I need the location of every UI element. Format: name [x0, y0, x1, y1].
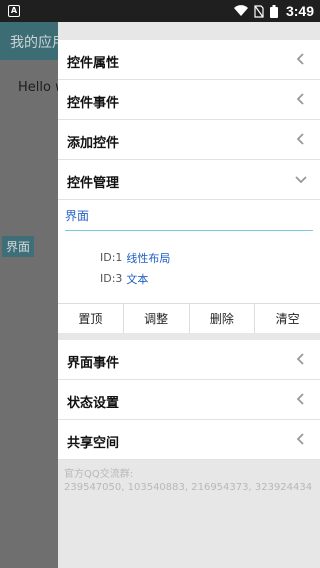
status-time: 3:49	[285, 3, 314, 19]
qq-info-title: 官方QQ交流群:	[64, 469, 134, 480]
menu-label: 添加控件	[67, 136, 120, 151]
navigation-drawer: 控件属性 控件事件 添加控件 控件管理 界面 ID:1 线性布局 ID:3 文本	[58, 22, 320, 568]
no-sim-icon	[254, 4, 264, 18]
chevron-left-icon	[296, 433, 304, 445]
chevron-left-icon	[296, 53, 304, 65]
status-bar: A 3:49	[0, 0, 320, 22]
delete-button[interactable]: 删除	[190, 304, 256, 333]
menu-widget-management[interactable]: 控件管理	[58, 160, 320, 200]
menu-label: 界面事件	[67, 356, 120, 371]
action-bar: 置顶 调整 删除 清空	[58, 303, 320, 333]
chevron-left-icon	[296, 353, 304, 365]
battery-icon	[269, 4, 278, 18]
menu-label: 控件事件	[67, 96, 120, 111]
status-icons: 3:49	[233, 0, 314, 22]
tree-item[interactable]: ID:1 线性布局	[100, 247, 320, 268]
menu-widget-events[interactable]: 控件事件	[58, 80, 320, 120]
qq-info-numbers: 239547050, 103540883, 216954373, 3239244…	[64, 482, 313, 493]
chevron-left-icon	[296, 393, 304, 405]
menu-state-settings[interactable]: 状态设置	[58, 380, 320, 420]
menu-add-widget[interactable]: 添加控件	[58, 120, 320, 160]
tree-item-name: 线性布局	[126, 251, 171, 265]
app-notification-icon: A	[8, 5, 20, 17]
menu-interface-events[interactable]: 界面事件	[58, 340, 320, 380]
chevron-left-icon	[296, 93, 304, 105]
qq-group-info: 官方QQ交流群: 239547050, 103540883, 216954373…	[58, 460, 320, 502]
menu-shared-space[interactable]: 共享空间	[58, 420, 320, 460]
clear-button[interactable]: 清空	[255, 304, 320, 333]
panel-title[interactable]: 界面	[58, 200, 320, 230]
wifi-icon	[233, 5, 248, 17]
adjust-button[interactable]: 调整	[124, 304, 190, 333]
pin-top-button[interactable]: 置顶	[58, 304, 124, 333]
widget-tree: ID:1 线性布局 ID:3 文本	[58, 231, 320, 303]
menu-label: 状态设置	[67, 396, 120, 411]
panel-title-text: 界面	[65, 209, 90, 223]
menu-label: 共享空间	[67, 436, 120, 451]
widget-management-panel: 界面 ID:1 线性布局 ID:3 文本 置顶 调整 删除 清空	[58, 200, 320, 333]
tree-item-name: 文本	[126, 272, 149, 286]
menu-widget-properties[interactable]: 控件属性	[58, 40, 320, 80]
menu-label: 控件属性	[67, 56, 120, 71]
menu-label: 控件管理	[67, 176, 120, 191]
tree-item[interactable]: ID:3 文本	[100, 268, 320, 289]
tree-item-id: ID:3	[100, 272, 123, 285]
chevron-down-icon	[295, 176, 307, 184]
chevron-left-icon	[296, 133, 304, 145]
layout-label: 界面	[2, 236, 35, 257]
tree-item-id: ID:1	[100, 251, 123, 264]
